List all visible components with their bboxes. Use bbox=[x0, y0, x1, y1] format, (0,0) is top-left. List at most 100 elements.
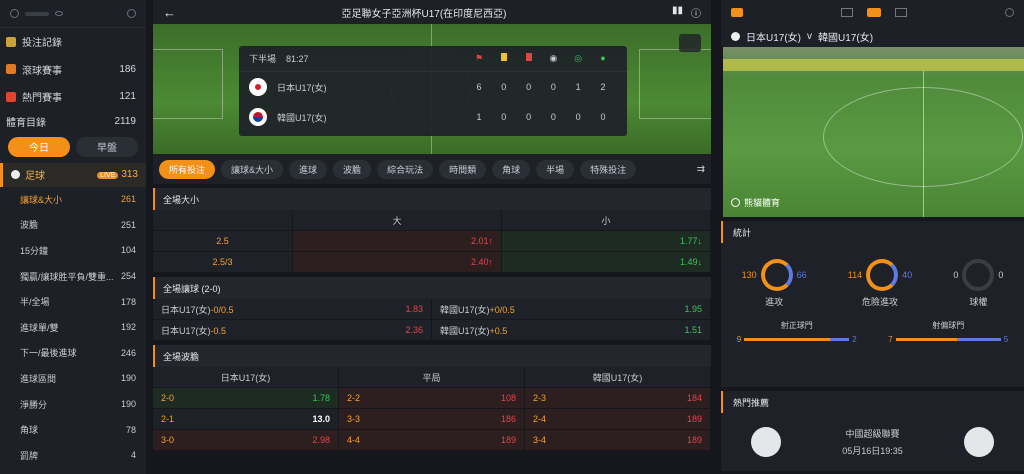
stat-value: 0 bbox=[501, 82, 507, 92]
team-name: 韓國U17(女) bbox=[440, 325, 490, 336]
table-row: 3-0 2.98 4-4 189 3-4 189 bbox=[153, 430, 711, 451]
over-odds[interactable]: 2.01 ↑ bbox=[293, 231, 502, 252]
score-odds[interactable]: 3-3 186 bbox=[339, 409, 525, 430]
tab-today[interactable]: 今日 bbox=[8, 136, 70, 157]
sidebar-subitem[interactable]: 下一/最後進球 246 bbox=[0, 340, 146, 366]
score-odds[interactable]: 2-4 189 bbox=[525, 409, 711, 430]
sidebar-subitem[interactable]: 讓球&大小 261 bbox=[0, 187, 146, 213]
score-odds[interactable]: 3-0 2.98 bbox=[153, 430, 339, 451]
odds-value: 2.36 bbox=[405, 325, 423, 335]
sidebar: 投注記錄 滾球賽事 186 熱門賽事 121 體育目錄 2119 今日 早盤 足球 LI… bbox=[0, 0, 146, 474]
sidebar-item-catalog[interactable]: 體育目錄 2119 bbox=[0, 111, 146, 133]
score-odds[interactable]: 2-0 1.78 bbox=[153, 388, 339, 409]
odds-value: 1.51 bbox=[684, 325, 702, 335]
stat-value: 0 bbox=[526, 112, 532, 122]
sidebar-subitem[interactable]: 淨勝分 190 bbox=[0, 391, 146, 417]
section-title: 全場大小 bbox=[153, 188, 711, 210]
live-view-icon[interactable] bbox=[867, 8, 881, 17]
sidebar-sublist: 讓球&大小 261 波膽 251 15分鐘 104 獨贏/讓球胜平負/雙重... 254 半/全… bbox=[0, 187, 146, 474]
eye-icon[interactable] bbox=[55, 11, 63, 16]
stats-icon[interactable]: ▮▮ bbox=[672, 5, 683, 20]
over-odds[interactable]: 2.40 ↑ bbox=[293, 252, 502, 273]
subitem-label: 獨贏/讓球胜平負/雙重... bbox=[20, 271, 114, 282]
settings-icon[interactable] bbox=[1005, 8, 1014, 17]
score-label: 2-3 bbox=[533, 393, 547, 403]
sidebar-subitem[interactable]: 冠軍53 bbox=[0, 468, 146, 474]
stat-value: 1 bbox=[575, 82, 581, 92]
market-tab[interactable]: 時間類 bbox=[439, 159, 487, 179]
shots-on-bar bbox=[744, 338, 831, 341]
handicap-odds[interactable]: 日本U17(女)-0/0.5 1.83 bbox=[153, 299, 432, 320]
under-odds[interactable]: 1.49 ↓ bbox=[502, 252, 711, 273]
score-odds[interactable]: 2-1 13.0 bbox=[153, 409, 339, 430]
shots-off-bar bbox=[895, 338, 957, 341]
info-icon[interactable]: ⓘ bbox=[691, 5, 701, 20]
sidebar-item-football[interactable]: 足球 LIVE 313 bbox=[0, 162, 146, 187]
score-odds[interactable]: 2-3 184 bbox=[525, 388, 711, 409]
subitem-count: 246 bbox=[120, 347, 136, 358]
sidebar-item-live[interactable]: 滾球賽事 186 bbox=[0, 56, 146, 84]
odds-value: 1.77 bbox=[679, 236, 698, 246]
sidebar-subitem[interactable]: 15分鐘 104 bbox=[0, 238, 146, 264]
handicap-odds[interactable]: 韓國U17(女)+0/0.5 1.95 bbox=[432, 299, 711, 320]
team-line: 日本U17(女)-0.5 bbox=[161, 324, 226, 337]
subitem-label: 進球單/雙 bbox=[20, 322, 59, 333]
market-tab[interactable]: 綜合玩法 bbox=[377, 159, 434, 179]
under-odds[interactable]: 1.77 ↓ bbox=[502, 231, 711, 252]
pitch-view-icon[interactable] bbox=[895, 8, 907, 17]
subitem-count: 78 bbox=[125, 424, 136, 435]
refresh-icon[interactable] bbox=[127, 9, 136, 18]
market-tab[interactable]: 特殊投注 bbox=[580, 159, 637, 179]
odds-value: 2.40 bbox=[470, 257, 489, 267]
live-video[interactable]: 熊貓體育 bbox=[723, 47, 1024, 217]
user-icon[interactable] bbox=[10, 9, 19, 18]
score-label: 3-4 bbox=[533, 435, 547, 445]
sidebar-subitem[interactable]: 半/全場 178 bbox=[0, 289, 146, 315]
sidebar-item-hot[interactable]: 熱門賽事 121 bbox=[0, 83, 146, 111]
pitch-toggle-icon[interactable] bbox=[679, 34, 701, 52]
table-row: 2.5/3 2.40 ↑ 1.49 ↓ bbox=[153, 252, 711, 273]
market-tab[interactable]: 角球 bbox=[492, 159, 531, 179]
market-tab[interactable]: 所有投注 bbox=[159, 159, 216, 179]
sidebar-subitem[interactable]: 角球 78 bbox=[0, 417, 146, 443]
tab-early[interactable]: 早盤 bbox=[76, 136, 138, 157]
score-odds[interactable]: 3-4 189 bbox=[525, 430, 711, 451]
market-tab[interactable]: 讓球&大小 bbox=[221, 159, 284, 179]
odds-value: 13.0 bbox=[312, 414, 330, 424]
handicap-odds[interactable]: 韓國U17(女)+0.5 1.51 bbox=[432, 320, 711, 341]
odds-value: 1.49 bbox=[679, 257, 698, 267]
market-tab[interactable]: 波膽 bbox=[333, 159, 372, 179]
subitem-label: 下一/最後進球 bbox=[20, 348, 77, 359]
subitem-label: 讓球&大小 bbox=[20, 194, 63, 205]
sidebar-subitem[interactable]: 獨贏/讓球胜平負/雙重... 254 bbox=[0, 263, 146, 289]
section-title: 全場讓球 (2-0) bbox=[153, 277, 711, 299]
score-label: 2-4 bbox=[533, 414, 547, 424]
over-under-section: 全場大小 大小 2.5 2.01 ↑ 1.77 ↓ 2.5/3 2.40 ↑ 1.49 ↓ bbox=[153, 188, 711, 273]
sidebar-subitem[interactable]: 波膽 251 bbox=[0, 212, 146, 238]
subitem-count: 190 bbox=[120, 373, 136, 384]
odds-value: 1.95 bbox=[684, 304, 702, 314]
section-title: 全場波膽 bbox=[153, 345, 711, 367]
japan-flag-icon bbox=[249, 78, 267, 96]
scoreboard-view-icon[interactable] bbox=[841, 8, 853, 17]
market-tab[interactable]: 半場 bbox=[536, 159, 575, 179]
score-odds[interactable]: 4-4 189 bbox=[339, 430, 525, 451]
market-tab[interactable]: 進球 bbox=[289, 159, 328, 179]
tv-icon[interactable] bbox=[731, 8, 743, 17]
back-icon[interactable]: ← bbox=[163, 5, 176, 20]
odds-value: 108 bbox=[500, 393, 516, 403]
subitem-count: 190 bbox=[120, 399, 136, 410]
odds-value: 184 bbox=[686, 393, 702, 403]
sidebar-subitem[interactable]: 進球單/雙 192 bbox=[0, 314, 146, 340]
odds-value: 1.78 bbox=[312, 393, 330, 403]
score-odds[interactable]: 2-2 108 bbox=[339, 388, 525, 409]
penalty-icon: ◉ bbox=[549, 53, 558, 63]
team-line: 韓國U17(女)+0.5 bbox=[440, 324, 507, 337]
sidebar-item-bet-record[interactable]: 投注記錄 bbox=[0, 28, 146, 56]
collapse-icon[interactable]: ⇉ bbox=[697, 164, 705, 175]
handicap-odds[interactable]: 日本U17(女)-0.5 2.36 bbox=[153, 320, 432, 341]
sidebar-subitem[interactable]: 進球區間 190 bbox=[0, 366, 146, 392]
sidebar-subitem[interactable]: 罰牌 4 bbox=[0, 442, 146, 468]
score-label: 3-0 bbox=[161, 435, 175, 445]
score-label: 3-3 bbox=[347, 414, 361, 424]
